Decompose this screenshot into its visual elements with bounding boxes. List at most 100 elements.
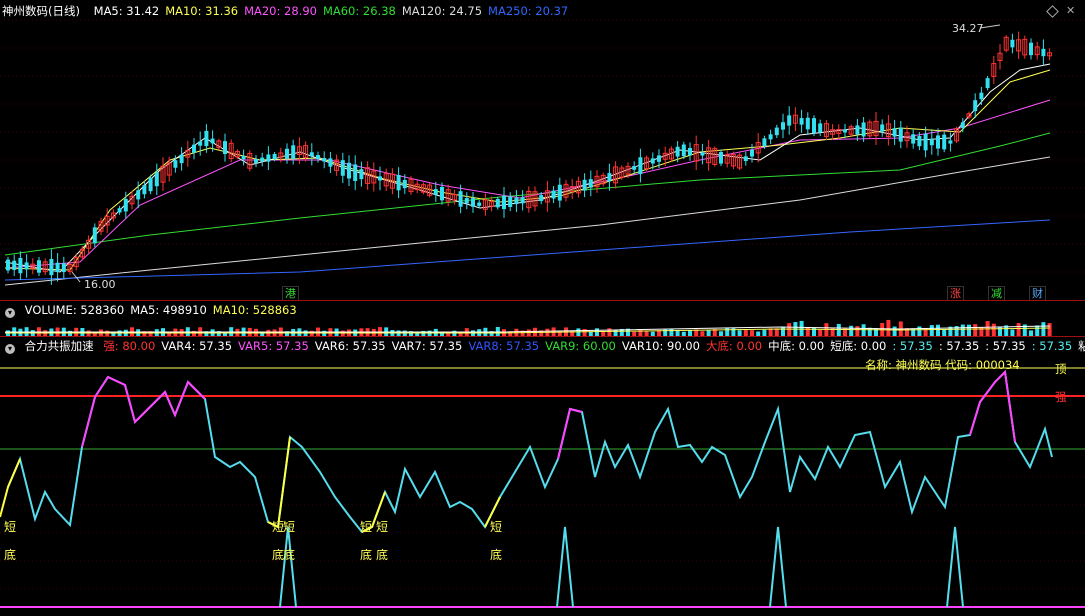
candle-down — [433, 189, 438, 195]
volume-bar — [973, 324, 978, 336]
candle-down — [285, 148, 289, 159]
volume-bar — [967, 324, 971, 336]
candle-down — [843, 129, 847, 133]
candle-down — [774, 127, 779, 136]
indicator-chart[interactable]: 短底短底短底短底短底短底 — [0, 337, 1085, 616]
candle-down — [514, 197, 519, 205]
candle-down — [309, 152, 314, 157]
candle-down — [650, 158, 655, 164]
candle-down — [675, 146, 680, 157]
bottom-label: 底 — [283, 547, 295, 562]
bottom-label: 底 — [4, 547, 16, 562]
indicator-hot-segment — [969, 369, 1016, 443]
short-bottom-label: 短 — [360, 520, 372, 534]
indicator-panel[interactable]: ▾ 合力共振加速 强: 80.00 VAR4: 57.35 VAR5: 57.35 V… — [0, 337, 1085, 616]
candle-down — [520, 197, 525, 204]
ma120-line — [4, 156, 1051, 286]
candle-down — [464, 198, 469, 204]
volume-bar — [1041, 322, 1046, 336]
volume-bar — [892, 326, 897, 336]
candle-down — [960, 122, 965, 128]
volume-bar — [595, 328, 599, 336]
signal-spike — [769, 526, 787, 608]
volume-bar — [725, 327, 730, 336]
candle-down — [551, 190, 556, 199]
candle-down — [241, 155, 246, 160]
candle-down — [123, 198, 128, 212]
candle-down — [136, 190, 141, 200]
bottom-label: 底 — [490, 547, 502, 562]
volume-bar — [849, 325, 854, 336]
volume-bar — [1016, 323, 1021, 336]
volume-bar — [638, 328, 643, 336]
signal-spike — [556, 526, 574, 608]
candle-down — [880, 124, 885, 132]
candle-down — [588, 179, 593, 188]
candle-down — [204, 130, 209, 147]
candle-down — [805, 117, 810, 130]
candle-down — [210, 138, 215, 144]
candle-down — [855, 125, 860, 135]
candle-down — [607, 173, 612, 182]
ma5-line — [4, 63, 1051, 273]
candle-down — [762, 138, 767, 147]
candle-down — [1041, 48, 1046, 57]
candle-down — [973, 100, 978, 112]
candle-down — [743, 156, 748, 162]
candle-down — [24, 262, 29, 270]
candle-down — [781, 122, 785, 130]
high-price-label: 34.27 — [952, 22, 984, 35]
volume-panel[interactable]: ▾ VOLUME: 528360 MA5: 498910 MA10: 528863 — [0, 301, 1085, 336]
candle-down — [985, 78, 990, 89]
candle-down — [942, 134, 947, 150]
candle-down — [936, 135, 940, 149]
price-panel[interactable]: 神州数码(日线) MA5: 31.42 MA10: 31.36 MA20: 28.9… — [0, 0, 1085, 300]
volume-bar — [805, 327, 810, 336]
candle-down — [582, 179, 587, 191]
candle-down — [1010, 39, 1015, 48]
candle-down — [402, 179, 407, 189]
candle-down — [979, 92, 984, 100]
candle-down — [557, 184, 562, 201]
volume-bar — [886, 319, 891, 336]
candle-down — [892, 128, 897, 137]
candle-down — [260, 157, 265, 162]
candle-down — [719, 151, 723, 164]
candle-down — [353, 164, 358, 182]
candle-down — [768, 134, 773, 140]
mark-gang[interactable]: 港 — [282, 286, 299, 300]
candle-down — [923, 133, 928, 151]
volume-bar — [1047, 323, 1052, 336]
candle-down — [378, 176, 382, 181]
indicator-warn-segment — [0, 458, 21, 518]
candle-down — [1029, 42, 1033, 56]
candle-down — [799, 118, 804, 125]
indicator-hot-segment — [81, 375, 206, 448]
candle-down — [347, 162, 351, 179]
candle-down — [818, 123, 823, 133]
candle-down — [49, 258, 54, 276]
candle-down — [272, 153, 277, 160]
candle-down — [477, 202, 482, 206]
volume-bar — [607, 328, 612, 336]
volume-chart[interactable] — [0, 301, 1085, 336]
mark-cai[interactable]: 财 — [1029, 286, 1046, 300]
mark-zhang[interactable]: 涨 — [947, 286, 964, 300]
candle-down — [328, 158, 333, 167]
indicator-hot-segment — [557, 407, 583, 460]
candle-down — [861, 122, 866, 137]
candle-down — [254, 159, 258, 163]
candle-down — [502, 195, 506, 210]
candle-down — [61, 263, 66, 273]
volume-bar — [799, 320, 804, 336]
candle-down — [929, 138, 934, 146]
candlestick-chart[interactable] — [0, 0, 1085, 300]
candle-down — [471, 198, 475, 207]
ma250-line — [4, 219, 1051, 281]
candle-down — [192, 144, 196, 153]
volume-bar — [669, 328, 674, 336]
candle-down — [179, 154, 184, 164]
candle-down — [458, 191, 463, 207]
mark-jian[interactable]: 减 — [988, 286, 1005, 300]
candle-down — [55, 262, 60, 272]
